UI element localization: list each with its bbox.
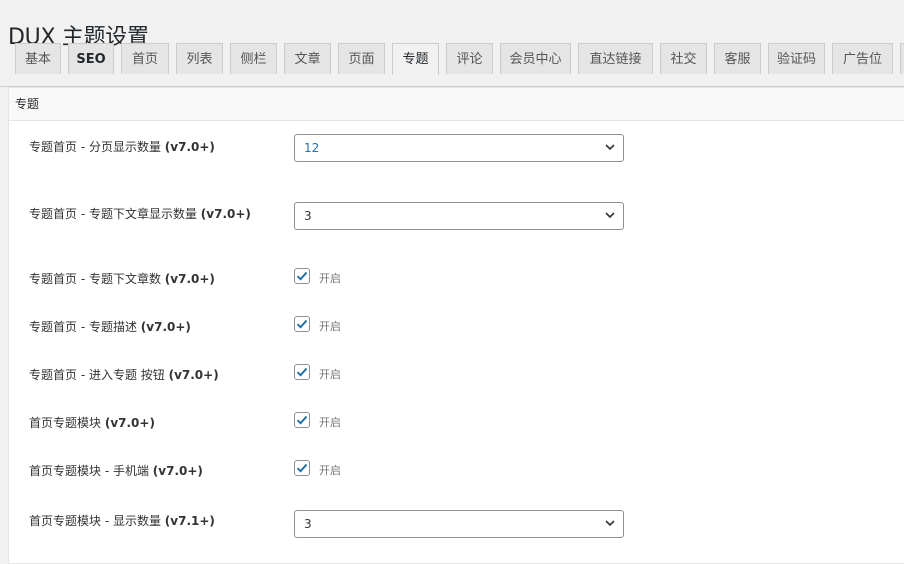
panel-heading: 专题 bbox=[9, 88, 904, 121]
home-topic-module-count-select[interactable]: 3 bbox=[294, 510, 624, 538]
chevron-down-icon bbox=[605, 212, 615, 219]
select-value: 12 bbox=[304, 141, 320, 155]
checkmark-icon bbox=[296, 319, 308, 329]
tab-social[interactable]: 社交 bbox=[660, 43, 707, 74]
setting-label: 专题首页 - 专题描述 (v7.0+) bbox=[29, 320, 191, 334]
setting-label: 专题首页 - 进入专题 按钮 (v7.0+) bbox=[29, 368, 219, 382]
checkbox-label: 开启 bbox=[319, 368, 341, 381]
setting-label: 专题首页 - 专题下文章数 (v7.0+) bbox=[29, 272, 215, 286]
checkbox-label: 开启 bbox=[319, 320, 341, 333]
tab-member-center[interactable]: 会员中心 bbox=[500, 43, 571, 74]
tab-sidebar[interactable]: 侧栏 bbox=[230, 43, 277, 74]
topic-enter-button-checkbox[interactable] bbox=[294, 364, 310, 380]
tab-home[interactable]: 首页 bbox=[121, 43, 169, 74]
setting-label: 首页专题模块 - 手机端 (v7.0+) bbox=[29, 464, 203, 478]
checkmark-icon bbox=[296, 415, 308, 425]
select-value: 3 bbox=[304, 209, 312, 223]
checkbox-label: 开启 bbox=[319, 416, 341, 429]
settings-tabs: 基本 SEO 首页 列表 侧栏 文章 页面 专题 评论 会员中心 直达链接 社交… bbox=[0, 43, 904, 87]
tab-seo[interactable]: SEO bbox=[68, 43, 114, 74]
topic-description-checkbox[interactable] bbox=[294, 316, 310, 332]
tab-ad-slot[interactable]: 广告位 bbox=[832, 43, 893, 74]
topic-post-count-select[interactable]: 3 bbox=[294, 202, 624, 230]
tab-topic[interactable]: 专题 bbox=[392, 43, 439, 75]
tab-overflow[interactable] bbox=[900, 43, 904, 74]
topic-post-count-checkbox[interactable] bbox=[294, 268, 310, 284]
tab-page[interactable]: 页面 bbox=[338, 43, 385, 74]
setting-label: 首页专题模块 (v7.0+) bbox=[29, 416, 155, 430]
select-value: 3 bbox=[304, 517, 312, 531]
tab-comment[interactable]: 评论 bbox=[446, 43, 493, 74]
checkmark-icon bbox=[296, 463, 308, 473]
checkbox-label: 开启 bbox=[319, 272, 341, 285]
home-topic-module-mobile-checkbox[interactable] bbox=[294, 460, 310, 476]
tab-direct-link[interactable]: 直达链接 bbox=[578, 43, 653, 74]
tab-captcha[interactable]: 验证码 bbox=[768, 43, 825, 74]
checkmark-icon bbox=[296, 367, 308, 377]
tab-customer-service[interactable]: 客服 bbox=[714, 43, 761, 74]
tab-post[interactable]: 文章 bbox=[284, 43, 331, 74]
chevron-down-icon bbox=[605, 520, 615, 527]
checkmark-icon bbox=[296, 271, 308, 281]
topic-page-size-select[interactable]: 12 bbox=[294, 134, 624, 162]
home-topic-module-checkbox[interactable] bbox=[294, 412, 310, 428]
tab-list[interactable]: 列表 bbox=[176, 43, 223, 74]
topic-settings-panel: 专题 专题首页 - 分页显示数量 (v7.0+) 12 专题首页 - 专题下文章… bbox=[8, 87, 904, 564]
chevron-down-icon bbox=[605, 144, 615, 151]
checkbox-label: 开启 bbox=[319, 464, 341, 477]
setting-label: 专题首页 - 分页显示数量 (v7.0+) bbox=[29, 140, 215, 154]
tab-basic[interactable]: 基本 bbox=[15, 43, 61, 74]
setting-label: 专题首页 - 专题下文章显示数量 (v7.0+) bbox=[29, 207, 251, 221]
setting-label: 首页专题模块 - 显示数量 (v7.1+) bbox=[29, 514, 215, 528]
